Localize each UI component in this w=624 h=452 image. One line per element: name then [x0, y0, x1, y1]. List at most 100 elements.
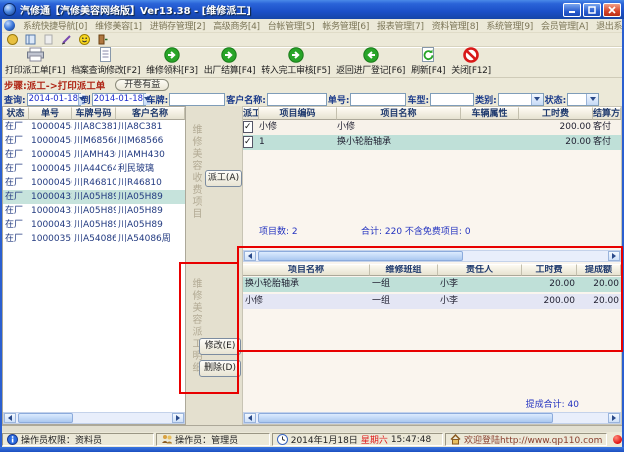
tip-button[interactable]: 开卷有益	[115, 79, 169, 91]
model-input[interactable]	[430, 93, 474, 106]
scrollbar-thumb[interactable]	[18, 413, 73, 423]
right-panel: 派工 项目编码 项目名称 车辆属性 工时费 结算方式 小修 小修 200.00 …	[242, 106, 622, 425]
to-label: 到	[82, 93, 91, 106]
dispatch-checkbox[interactable]	[243, 136, 253, 148]
chevron-down-icon[interactable]	[531, 94, 543, 105]
table-row-selected[interactable]: 在厂100004328川A05H89川A05H89	[3, 190, 185, 204]
window-border-left	[0, 19, 2, 452]
menu-item-exit[interactable]: 退出系统	[592, 19, 624, 32]
scroll-left-icon[interactable]	[244, 251, 256, 261]
print-dispatch-button[interactable]: 打印派工单[F1]	[2, 46, 68, 76]
status-red-dot-icon	[613, 435, 622, 444]
welcome-cell: 欢迎登陆http://www.qp110.com	[445, 433, 607, 446]
exit-icon[interactable]	[96, 34, 108, 46]
chevron-down-icon[interactable]	[586, 94, 598, 105]
menu-item-accounting[interactable]: 帐务管理[6]	[318, 19, 373, 32]
menu-item-repair[interactable]: 维修美容[1]	[91, 19, 146, 32]
scroll-right-icon[interactable]	[608, 251, 620, 261]
signature-icon[interactable]	[60, 34, 72, 46]
menu-item-business[interactable]: 高级商务[4]	[209, 19, 264, 32]
detail-row[interactable]: 小修 一组 小李 200.00 20.00	[243, 294, 621, 309]
detail-horizontal-scrollbar[interactable]	[243, 412, 621, 424]
orders-table-header: 状态 单号 车牌号码 客户名称	[3, 107, 185, 120]
customer-input[interactable]	[267, 93, 327, 106]
menu-item-reports[interactable]: 报表管理[7]	[373, 19, 428, 32]
menu-item-ledger[interactable]: 台帐管理[5]	[264, 19, 319, 32]
window-title: 汽修通【汽修美容网络版】Ver13.38 - [维修派工]	[20, 2, 563, 17]
operator-cell: 操作员：管理员	[156, 433, 270, 446]
steps-label: 步骤:派工->打印派工单	[4, 78, 105, 92]
coin-icon[interactable]	[6, 34, 18, 46]
date-from-combo[interactable]: 2014-01-18	[27, 93, 81, 106]
category-label: 类别:	[475, 93, 497, 106]
close-button[interactable]	[603, 3, 621, 17]
close-form-button[interactable]: 关闭[F12]	[448, 46, 494, 76]
table-row[interactable]: 在厂100004509川R46810川R46810	[3, 176, 185, 190]
time-text: 15:47:48	[391, 435, 431, 445]
table-row[interactable]: 在厂100004589川A8C381川A8C381	[3, 120, 185, 134]
repair-material-button[interactable]: 维修领料[F3]	[143, 46, 201, 76]
menu-item-member[interactable]: 会员管理[A]	[537, 19, 592, 32]
to-completion-audit-button[interactable]: 转入完工审核[F5]	[258, 46, 333, 76]
item-row[interactable]: 小修 小修 200.00 客付	[243, 120, 621, 135]
green-arrow-left-icon	[363, 46, 379, 63]
table-row[interactable]: 在厂100004326川A05H89川A05H89	[3, 218, 185, 232]
detail-row-selected[interactable]: 换小轮胎轴承 一组 小李 20.00 20.00	[243, 277, 621, 292]
query-label: 查询:	[4, 93, 26, 106]
delete-button[interactable]: 删除(D)	[199, 360, 241, 377]
weekday-text: 星期六	[361, 433, 388, 446]
scroll-right-icon[interactable]	[608, 413, 620, 423]
notebook-icon[interactable]	[24, 34, 36, 46]
table-row[interactable]: 在厂100004581川M68566川M68566	[3, 134, 185, 148]
minimize-button[interactable]	[563, 3, 581, 17]
menu-item-data[interactable]: 资料管理[8]	[428, 19, 483, 32]
plate-input[interactable]	[169, 93, 225, 106]
dispatch-checkbox[interactable]	[243, 121, 253, 133]
scroll-right-icon[interactable]	[172, 413, 184, 423]
items-horizontal-scrollbar[interactable]	[243, 250, 621, 262]
home-icon	[450, 434, 461, 445]
app-logo-icon	[3, 3, 16, 16]
dispatch-button[interactable]: 派工(A)	[205, 170, 242, 187]
menu-item-nav[interactable]: 系统快捷导航[0]	[19, 19, 91, 32]
table-row[interactable]: 在厂100004327川A05H89川A05H89	[3, 204, 185, 218]
print-preview-icon[interactable]	[42, 34, 54, 46]
status-combo[interactable]	[567, 93, 599, 106]
window-border-bottom	[0, 447, 624, 452]
steps-row: 步骤:派工->打印派工单 开卷有益	[0, 79, 624, 91]
scroll-left-icon[interactable]	[244, 413, 256, 423]
archive-query-button[interactable]: 档案查询修改[F2]	[68, 46, 143, 76]
info-icon	[7, 434, 18, 445]
query-row: 查询: 2014-01-18 到 2014-01-18 车牌: 客户名称: 单号…	[0, 92, 624, 106]
menu-item-inventory[interactable]: 进销存管理[2]	[146, 19, 209, 32]
back-to-entry-button[interactable]: 返回进厂登记[F6]	[333, 46, 408, 76]
table-row[interactable]: 在厂100004578川AMH430川AMH430	[3, 148, 185, 162]
document-icon	[98, 46, 113, 63]
modify-button[interactable]: 修改(E)	[199, 338, 241, 355]
operators-icon	[161, 434, 172, 445]
scrollbar-thumb[interactable]	[258, 413, 553, 423]
menu-item-system[interactable]: 系统管理[9]	[482, 19, 537, 32]
quick-toolbar	[0, 33, 624, 47]
clock-icon	[277, 434, 288, 445]
model-label: 车型:	[407, 93, 429, 106]
item-row-selected[interactable]: 1 换小轮胎轴承 20.00 客付	[243, 135, 621, 150]
table-row[interactable]: 在厂100003576川A54086周川A54086周	[3, 232, 185, 246]
scroll-left-icon[interactable]	[4, 413, 16, 423]
permission-text: 操作员权限：资料员	[21, 433, 102, 446]
date-to-combo[interactable]: 2014-01-18	[92, 93, 146, 106]
refresh-button[interactable]: 刷新[F4]	[408, 46, 448, 76]
smiley-icon[interactable]	[78, 34, 90, 46]
order-input[interactable]	[350, 93, 406, 106]
welcome-text[interactable]: 欢迎登陆http://www.qp110.com	[464, 433, 602, 446]
status-label: 状态:	[545, 93, 567, 106]
orders-horizontal-scrollbar[interactable]	[3, 412, 185, 424]
category-combo[interactable]	[498, 93, 544, 106]
restore-button[interactable]	[583, 3, 601, 17]
title-bar: 汽修通【汽修美容网络版】Ver13.38 - [维修派工]	[0, 0, 624, 19]
table-row[interactable]: 在厂100004513川A44C64利民玻璃	[3, 162, 185, 176]
scrollbar-thumb[interactable]	[258, 251, 463, 261]
operator-text: 操作员：管理员	[175, 433, 238, 446]
checkout-settle-button[interactable]: 出厂结算[F4]	[201, 46, 259, 76]
refresh-icon	[421, 46, 435, 63]
